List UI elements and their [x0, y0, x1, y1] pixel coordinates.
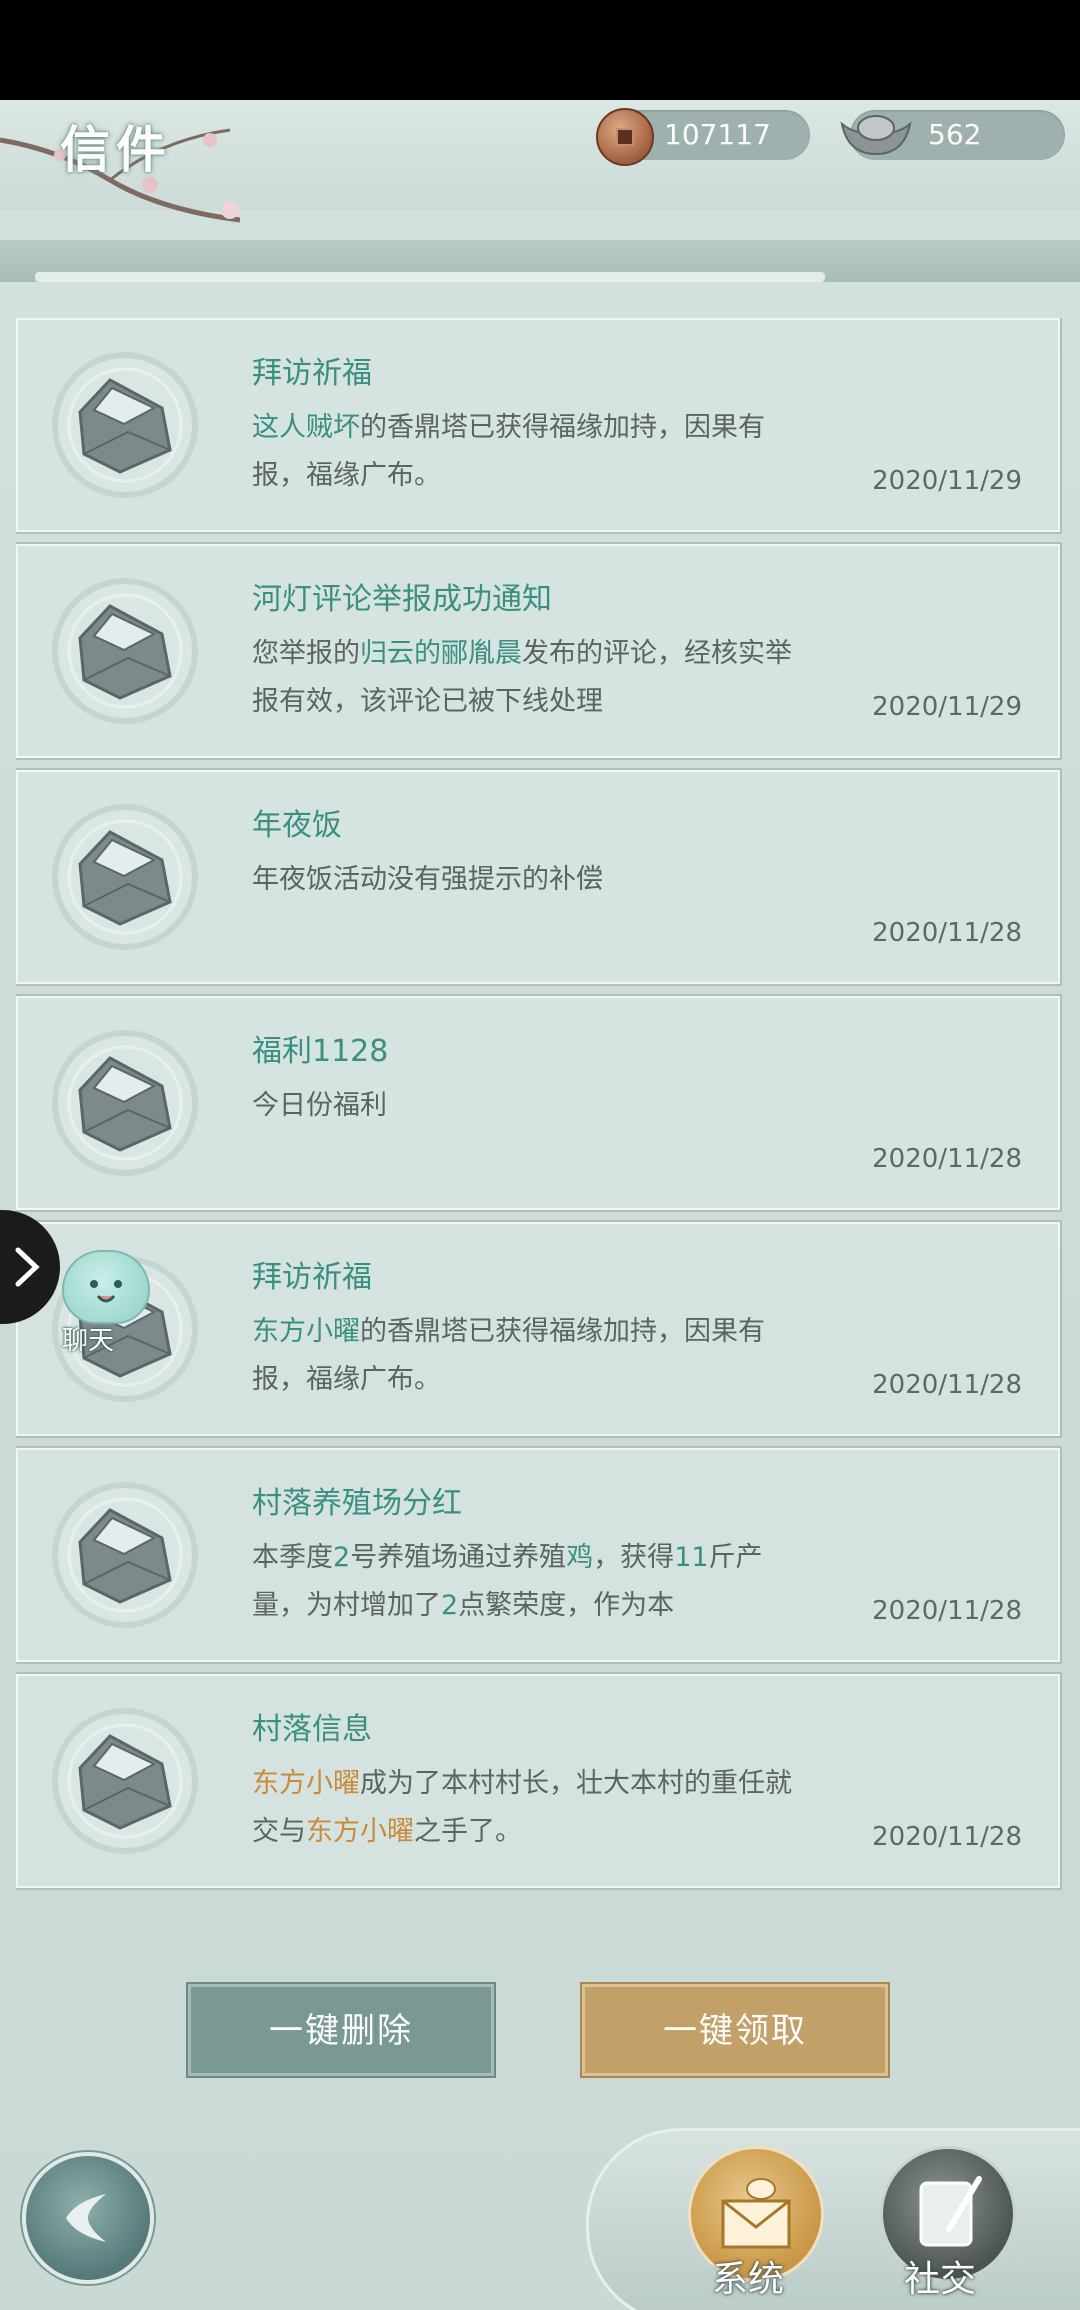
mail-preview: 东方小曜成为了本村村长，壮大本村的重任就交与东方小曜之手了。 [252, 1760, 812, 1856]
open-envelope-icon [50, 1028, 200, 1178]
mail-item[interactable]: 河灯评论举报成功通知您举报的归云的郦胤晨发布的评论，经核实举报有效，该评论已被下… [16, 542, 1062, 760]
highlighted-text: 11 [674, 1542, 709, 1573]
header-rail [35, 272, 825, 282]
highlighted-text: 这人贼坏 [252, 412, 360, 443]
mail-preview: 您举报的归云的郦胤晨发布的评论，经核实举报有效，该评论已被下线处理 [252, 630, 812, 726]
highlighted-text: 归云的郦胤晨 [360, 638, 522, 669]
claim-all-button[interactable]: 一键领取 [580, 1982, 890, 2078]
mail-date: 2020/11/28 [872, 1596, 1022, 1626]
mail-preview: 本季度2号养殖场通过养殖鸡，获得11斤产量，为村增加了2点繁荣度，作为本 [252, 1534, 812, 1630]
silver-ingot-value: 562 [928, 118, 982, 151]
mail-title: 年夜饭 [252, 808, 342, 843]
preview-text: 号养殖场通过养殖 [350, 1542, 567, 1573]
page-title: 信件 [60, 120, 172, 179]
open-envelope-icon [50, 350, 200, 500]
chevron-right-icon [15, 1247, 40, 1287]
mail-list[interactable]: 拜访祈福 这人贼坏的香鼎塔已获得福缘加持，因果有报，福缘广布。 2020/11/29… [16, 318, 1064, 1980]
mail-title: 福利1128 [252, 1034, 389, 1069]
silver-ingot-counter: 562 [840, 110, 1065, 160]
highlighted-text: 鸡 [566, 1542, 594, 1573]
mail-date: 2020/11/29 [872, 466, 1022, 496]
mail-preview: 这人贼坏的香鼎塔已获得福缘加持，因果有报，福缘广布。 [252, 404, 812, 500]
status-bar [0, 0, 1080, 100]
highlighted-text: 2 [441, 1590, 459, 1621]
preview-text: ，获得 [593, 1542, 675, 1573]
preview-text: 之手了。 [414, 1816, 522, 1847]
tab-system-label: 系统 [712, 2259, 785, 2300]
mail-item[interactable]: 福利1128 今日份福利 2020/11/28 [16, 994, 1062, 1212]
highlighted-text: 2 [333, 1542, 351, 1573]
mail-date: 2020/11/28 [872, 1144, 1022, 1174]
preview-text: 年夜饭活动没有强提示的补偿 [252, 864, 603, 895]
copper-coin-counter: 107117 [596, 108, 810, 166]
mail-title: 拜访祈福 [252, 356, 372, 391]
top-bar: 信件 107117 562 [0, 100, 1080, 223]
tab-social-label: 社交 [904, 2259, 977, 2300]
mail-title: 拜访祈福 [252, 1260, 372, 1295]
mail-preview: 东方小曜的香鼎塔已获得福缘加持，因果有报，福缘广布。 [252, 1308, 812, 1404]
copper-coin-value: 107117 [664, 118, 771, 151]
mail-title: 村落信息 [252, 1712, 372, 1747]
side-expand-tab[interactable] [0, 1210, 60, 1324]
copper-coin-icon [596, 108, 654, 166]
open-envelope-icon [50, 1480, 200, 1630]
mail-date: 2020/11/29 [872, 692, 1022, 722]
chat-label: 聊天 [62, 1326, 115, 1356]
highlighted-text: 东方小曜 [306, 1816, 414, 1847]
mail-date: 2020/11/28 [872, 1822, 1022, 1852]
highlighted-text: 东方小曜 [252, 1768, 360, 1799]
mail-item[interactable]: 年夜饭年夜饭活动没有强提示的补偿 2020/11/28 [16, 768, 1062, 986]
open-envelope-icon [50, 1706, 200, 1856]
mail-preview: 年夜饭活动没有强提示的补偿 [252, 856, 812, 904]
mail-preview: 今日份福利 [252, 1082, 812, 1130]
mail-item[interactable]: 拜访祈福这人贼坏的香鼎塔已获得福缘加持，因果有报，福缘广布。 2020/11/29 [16, 318, 1062, 534]
open-envelope-icon [50, 802, 200, 952]
mail-item[interactable]: 村落信息东方小曜成为了本村村长，壮大本村的重任就交与东方小曜之手了。 2020/1… [16, 1672, 1062, 1890]
preview-text: 今日份福利 [252, 1090, 387, 1121]
chat-button[interactable]: 聊天 [52, 1250, 152, 1360]
back-button[interactable] [22, 2152, 154, 2284]
preview-text: 点繁荣度，作为本 [458, 1590, 675, 1621]
open-envelope-icon [50, 576, 200, 726]
silver-ingot-icon [840, 115, 912, 156]
highlighted-text: 东方小曜 [252, 1316, 360, 1347]
mail-date: 2020/11/28 [872, 1370, 1022, 1400]
mail-screen: 信件 107117 562 拜访祈福 这人贼坏的香鼎塔已获得福缘加持，因果有报，福… [0, 100, 1080, 2310]
preview-text: 您举报的 [252, 638, 360, 669]
preview-text: 本季度 [252, 1542, 333, 1573]
mail-date: 2020/11/28 [872, 918, 1022, 948]
back-arrow-icon [66, 2194, 106, 2242]
delete-all-button[interactable]: 一键删除 [186, 1982, 496, 2078]
mail-title: 河灯评论举报成功通知 [252, 582, 552, 617]
chat-face-icon [62, 1250, 150, 1324]
mail-item[interactable]: 拜访祈福东方小曜的香鼎塔已获得福缘加持，因果有报，福缘广布。 2020/11/28 [16, 1220, 1062, 1438]
mail-title: 村落养殖场分红 [252, 1486, 462, 1521]
mail-item[interactable]: 村落养殖场分红本季度2号养殖场通过养殖鸡，获得11斤产量，为村增加了2点繁荣度，… [16, 1446, 1062, 1664]
